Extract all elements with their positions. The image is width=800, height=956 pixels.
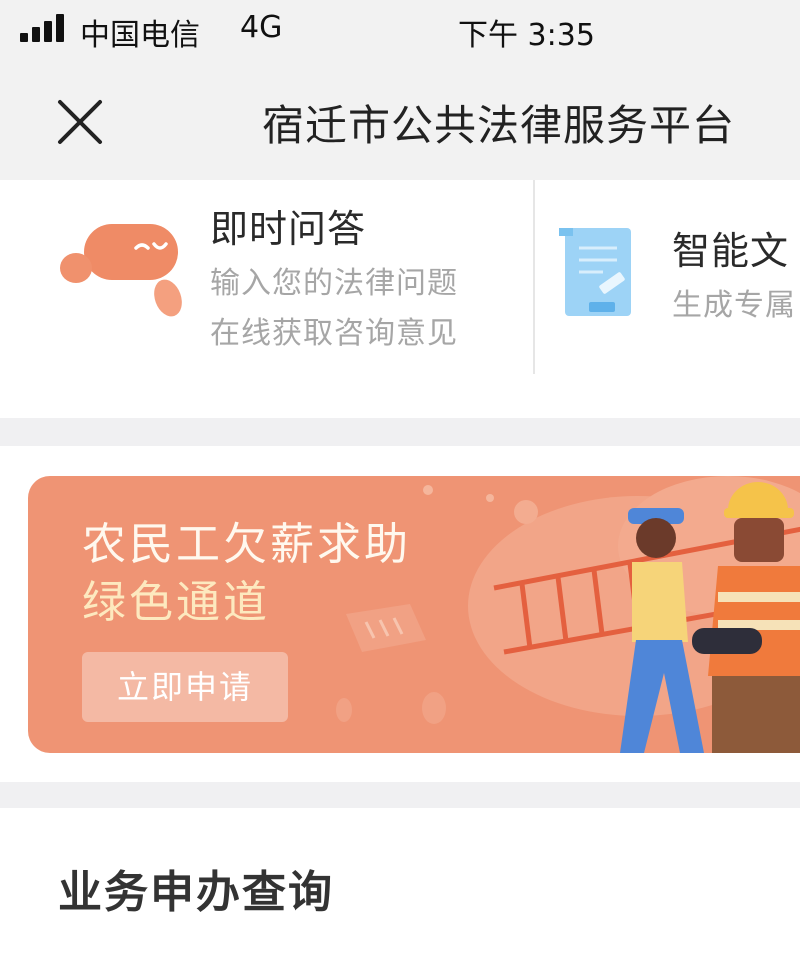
carrier-name: 中国电信 — [80, 18, 200, 53]
document-icon — [559, 228, 631, 316]
section-gap — [0, 418, 800, 446]
banner-title: 农民工欠薪求助 绿色通道 — [82, 516, 411, 632]
feature-row: 即时问答 输入您的法律问题 在线获取咨询意见 智能文 生成专属 — [0, 180, 800, 418]
smart-document-title: 智能文 — [672, 229, 790, 273]
nav-bar: 宿迁市公共法律服务平台 — [0, 62, 800, 180]
status-bar: 中国电信 4G 下午 3:35 — [0, 0, 800, 62]
section-gap — [0, 782, 800, 808]
wage-help-banner[interactable]: 农民工欠薪求助 绿色通道 立即申请 — [28, 476, 800, 753]
signal-strength-icon — [20, 14, 66, 42]
instant-qa-title: 即时问答 — [210, 207, 367, 251]
smart-document-desc: 生成专属 — [672, 288, 796, 323]
status-time: 下午 3:35 — [458, 18, 595, 53]
network-type: 4G — [240, 10, 283, 45]
page-title: 宿迁市公共法律服务平台 — [262, 101, 736, 150]
chat-robot-icon — [60, 224, 182, 317]
banner-title-line1: 农民工欠薪求助 — [82, 519, 411, 570]
business-query-section-title: 业务申办查询 — [58, 867, 334, 918]
smart-document-card[interactable]: 智能文 生成专属 — [535, 180, 800, 418]
banner-section: 农民工欠薪求助 绿色通道 立即申请 — [0, 446, 800, 782]
banner-title-line2: 绿色通道 — [82, 577, 270, 628]
close-button[interactable] — [54, 96, 106, 148]
instant-qa-desc-line1: 输入您的法律问题 — [210, 266, 458, 301]
apply-now-button[interactable]: 立即申请 — [82, 652, 288, 722]
close-icon — [58, 100, 102, 144]
instant-qa-desc-line2: 在线获取咨询意见 — [210, 316, 458, 351]
instant-qa-card[interactable]: 即时问答 输入您的法律问题 在线获取咨询意见 — [0, 180, 534, 418]
